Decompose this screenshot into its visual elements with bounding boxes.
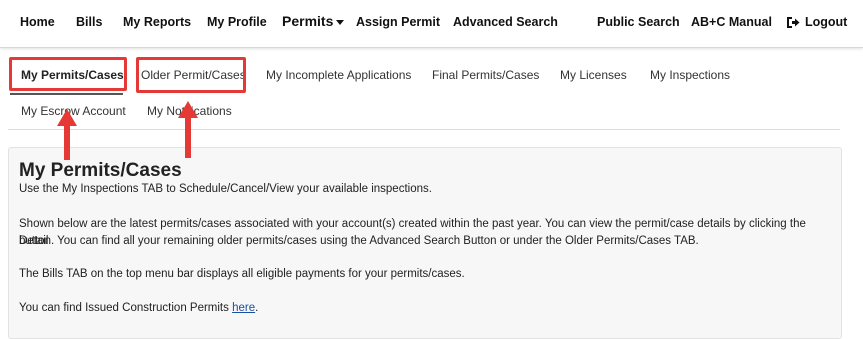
nav-permits-label: Permits: [282, 13, 334, 29]
tab-my-incomplete-applications[interactable]: My Incomplete Applications: [266, 68, 411, 82]
active-tab-underline: [10, 93, 123, 95]
nav-advanced-search[interactable]: Advanced Search: [453, 15, 558, 29]
bills-description: The Bills TAB on the top menu bar displa…: [19, 268, 465, 280]
arrow-up-icon: [57, 109, 77, 160]
page-title: My Permits/Cases: [19, 160, 182, 181]
nav-permits-dropdown[interactable]: Permits: [282, 13, 345, 29]
nav-home[interactable]: Home: [20, 15, 55, 29]
nav-my-profile[interactable]: My Profile: [207, 15, 267, 29]
logout-icon: [787, 17, 800, 29]
caret-down-icon: [336, 19, 345, 25]
tab-my-inspections[interactable]: My Inspections: [650, 68, 730, 82]
tabs-divider: [8, 129, 840, 130]
issued-permits-text: You can find Issued Construction Permits…: [19, 300, 829, 317]
top-nav-bar: Home Bills My Reports My Profile Permits…: [0, 0, 863, 48]
nav-assign-permit[interactable]: Assign Permit: [356, 15, 440, 29]
nav-public-search[interactable]: Public Search: [597, 15, 680, 29]
highlight-box-my-permits: [9, 57, 127, 91]
nav-abc-manual[interactable]: AB+C Manual: [691, 15, 772, 29]
permits-description-line2: button. You can find all your remaining …: [19, 235, 699, 247]
nav-bills[interactable]: Bills: [76, 15, 102, 29]
inspections-instruction: Use the My Inspections TAB to Schedule/C…: [19, 183, 432, 195]
arrow-up-icon: [178, 101, 198, 158]
tab-final-permits-cases[interactable]: Final Permits/Cases: [432, 68, 539, 82]
issued-permits-link[interactable]: here: [232, 302, 255, 314]
nav-logout-label: Logout: [805, 15, 848, 29]
issued-permits-prefix: You can find Issued Construction Permits: [19, 302, 233, 314]
tab-my-licenses[interactable]: My Licenses: [560, 68, 627, 82]
nav-logout[interactable]: Logout: [786, 15, 847, 29]
issued-permits-suffix: .: [255, 302, 259, 314]
nav-my-reports[interactable]: My Reports: [123, 15, 191, 29]
highlight-box-older-permits: [136, 57, 246, 93]
